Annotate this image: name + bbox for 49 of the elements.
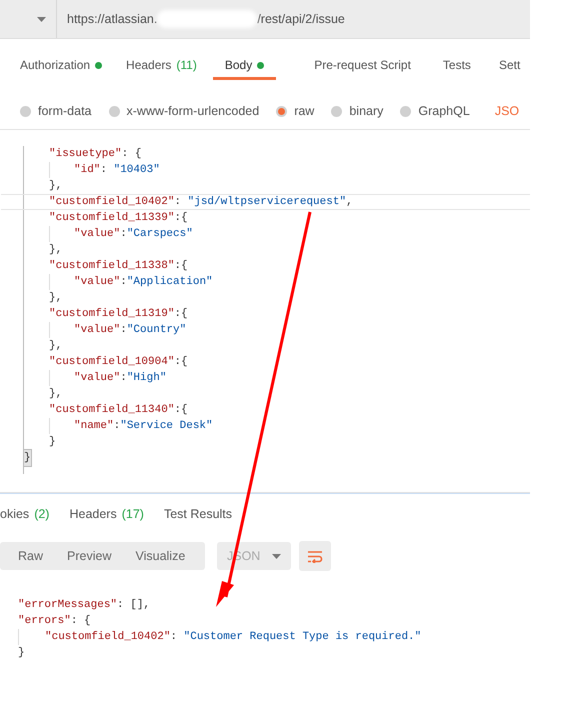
code-line: "value":"High" — [24, 370, 530, 386]
radio-label: x-www-form-urlencoded — [126, 104, 260, 118]
radio-label: GraphQL — [418, 104, 470, 118]
view-mode-button[interactable]: Preview — [67, 549, 112, 563]
code-line: "id": "10403" — [24, 162, 530, 178]
response-tab[interactable]: okies (2) — [0, 507, 50, 527]
code-line: "customfield_11319":{ — [48, 307, 189, 322]
request-tab[interactable]: Headers (11) — [126, 56, 197, 80]
radio-label: form-data — [38, 104, 92, 118]
radio-label: raw — [294, 104, 314, 118]
radio-button[interactable] — [108, 106, 120, 116]
view-mode-button[interactable]: Raw — [18, 549, 44, 563]
request-tab[interactable]: Body — [212, 56, 276, 80]
code-line: "issuetype": { — [48, 147, 142, 162]
code-line: "errorMessages": [], — [18, 598, 152, 613]
request-tab[interactable]: Sett — [498, 56, 520, 80]
code-line: } — [48, 435, 57, 450]
caret-icon — [272, 554, 281, 558]
response-tab[interactable]: Headers (17) — [69, 507, 144, 527]
code-line: "customfield_10402": "jsd/wltpservicerequest", — [1, 194, 530, 210]
response-tab[interactable]: Test Results — [164, 507, 232, 527]
radio-label: binary — [349, 104, 384, 118]
code-line: "name":"Service Desk" — [24, 418, 530, 434]
code-line: "value":"Country" — [24, 322, 530, 338]
code-line: "errors": { — [18, 614, 92, 629]
code-line: "customfield_11339":{ — [48, 211, 189, 226]
code-line: "customfield_10402": "Customer Request Type is required." — [18, 629, 530, 645]
request-tab[interactable]: Authorization — [20, 56, 102, 80]
request-tab[interactable]: Tests — [442, 56, 471, 80]
radio-button[interactable] — [331, 106, 342, 116]
code-line: } — [18, 646, 26, 661]
view-mode-button[interactable]: Visualize — [135, 549, 186, 563]
code-line: "value":"Carspecs" — [24, 226, 530, 242]
code-line: "customfield_11340":{ — [48, 403, 189, 418]
code-line: }, — [48, 243, 64, 258]
code-line: "customfield_10904":{ — [48, 355, 189, 370]
wrap-button[interactable] — [299, 541, 331, 571]
code-line: }, — [48, 387, 64, 402]
request-tab[interactable]: Pre-request Script — [314, 56, 411, 80]
wrap-lines-icon — [307, 550, 323, 562]
code-line: "value":"Application" — [24, 274, 530, 290]
code-line: }, — [48, 179, 64, 194]
code-line: "customfield_11338":{ — [48, 259, 189, 274]
radio-button[interactable] — [276, 106, 288, 116]
code-line: }, — [48, 291, 64, 306]
code-line: }, — [48, 339, 64, 354]
radio-button[interactable] — [400, 106, 412, 116]
caret-icon — [37, 16, 46, 22]
radio-button[interactable] — [20, 106, 31, 116]
